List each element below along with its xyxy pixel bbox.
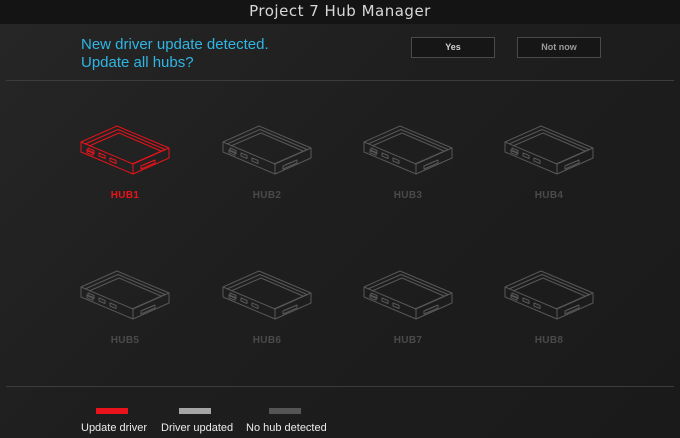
legend-label-update: Update driver <box>81 422 148 434</box>
not-now-button[interactable]: Not now <box>517 37 601 58</box>
hub-tile-2[interactable]: HUB2 <box>217 120 317 220</box>
legend-swatch-no-hub <box>269 408 301 414</box>
hub-label: HUB1 <box>110 190 140 201</box>
hub-label: HUB3 <box>393 190 423 201</box>
legend-swatch-update <box>96 408 128 414</box>
divider-top <box>6 80 674 81</box>
hub-tile-8[interactable]: HUB8 <box>499 265 599 365</box>
prompt-line-2: Update all hubs? <box>81 54 194 71</box>
usb-hub-icon <box>222 270 312 320</box>
hub-label: HUB7 <box>393 335 423 346</box>
hub-tile-4[interactable]: HUB4 <box>499 120 599 220</box>
usb-hub-icon <box>504 125 594 175</box>
legend-swatch-updated <box>179 408 211 414</box>
hub-label: HUB6 <box>252 335 282 346</box>
hub-label: HUB4 <box>534 190 564 201</box>
window-title: Project 7 Hub Manager <box>0 0 680 24</box>
divider-bottom <box>6 386 674 387</box>
usb-hub-icon <box>222 125 312 175</box>
hub-label: HUB2 <box>252 190 282 201</box>
hub-tile-7[interactable]: HUB7 <box>358 265 458 365</box>
update-prompt: New driver update detected. Update all h… <box>81 36 269 72</box>
legend-label-updated: Driver updated <box>161 422 234 434</box>
usb-hub-icon <box>363 125 453 175</box>
hub-label: HUB5 <box>110 335 140 346</box>
hub-tile-1[interactable]: HUB1 <box>75 120 175 220</box>
hub-label: HUB8 <box>534 335 564 346</box>
hub-tile-6[interactable]: HUB6 <box>217 265 317 365</box>
usb-hub-icon <box>504 270 594 320</box>
prompt-line-1: New driver update detected. <box>81 36 269 53</box>
yes-button[interactable]: Yes <box>411 37 495 58</box>
usb-hub-icon <box>363 270 453 320</box>
hub-tile-3[interactable]: HUB3 <box>358 120 458 220</box>
usb-hub-icon <box>80 125 170 175</box>
legend-label-no-hub: No hub detected <box>246 422 327 434</box>
usb-hub-icon <box>80 270 170 320</box>
hub-tile-5[interactable]: HUB5 <box>75 265 175 365</box>
hub-manager-panel: New driver update detected. Update all h… <box>0 24 680 438</box>
